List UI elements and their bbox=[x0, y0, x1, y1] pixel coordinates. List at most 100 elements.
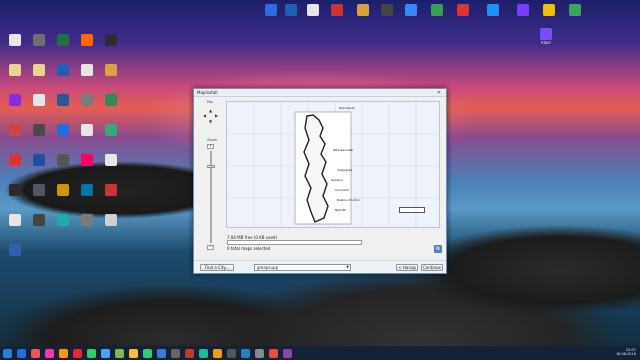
zoom-in-button[interactable]: + bbox=[207, 144, 214, 149]
zoom-out-button[interactable]: − bbox=[207, 245, 214, 250]
map-city-label: Samara bbox=[331, 178, 343, 182]
desktop-icon[interactable] bbox=[74, 214, 100, 226]
desktop-icon[interactable] bbox=[50, 214, 76, 226]
desktop-icon[interactable] bbox=[98, 124, 124, 136]
back-button[interactable]: < Назад bbox=[396, 264, 418, 271]
taskbar-app-icon bbox=[254, 348, 264, 358]
desktop-icon[interactable] bbox=[50, 34, 76, 46]
find-city-button[interactable]: Find a City... bbox=[200, 264, 234, 271]
desktop-icon[interactable] bbox=[324, 4, 350, 16]
app-icon bbox=[517, 4, 529, 16]
desktop-icon[interactable] bbox=[50, 64, 76, 76]
app-icon bbox=[81, 94, 93, 106]
app-icon bbox=[33, 124, 45, 136]
desktop-icon[interactable] bbox=[98, 94, 124, 106]
desktop-icon[interactable] bbox=[398, 4, 424, 16]
system-tray-clock[interactable]: 22:07 16.06.2016 bbox=[616, 348, 636, 356]
desktop-icon[interactable] bbox=[98, 154, 124, 166]
taskbar-app-button[interactable] bbox=[42, 346, 56, 360]
pan-down-icon[interactable]: ▼ bbox=[209, 119, 212, 124]
taskbar-app-button[interactable] bbox=[182, 346, 196, 360]
taskbar-app-button[interactable] bbox=[238, 346, 252, 360]
desktop-icon[interactable] bbox=[2, 184, 28, 196]
app-icon bbox=[33, 214, 45, 226]
app-icon bbox=[457, 4, 469, 16]
desktop-icon[interactable] bbox=[74, 124, 100, 136]
pan-up-icon[interactable]: ▲ bbox=[209, 108, 212, 113]
desktop-icon[interactable] bbox=[2, 124, 28, 136]
desktop-icon[interactable] bbox=[74, 154, 100, 166]
taskbar-app-button[interactable] bbox=[224, 346, 238, 360]
desktop-icon[interactable] bbox=[374, 4, 400, 16]
map-name-select[interactable]: gmapsupp ▼ bbox=[254, 264, 351, 271]
dialog-titlebar[interactable]: MapInstall ✕ bbox=[194, 89, 446, 97]
taskbar-app-button[interactable] bbox=[84, 346, 98, 360]
taskbar-app-icon bbox=[212, 348, 222, 358]
desktop-icon[interactable] bbox=[2, 94, 28, 106]
desktop-icon[interactable] bbox=[26, 154, 52, 166]
settings-icon[interactable]: ⚙ bbox=[434, 245, 442, 253]
desktop-icon[interactable] bbox=[50, 124, 76, 136]
desktop-icon[interactable] bbox=[26, 184, 52, 196]
map-view[interactable]: Murmansk Petrozavodsk Volgograd Voronezh Ros… bbox=[226, 101, 440, 228]
taskbar-app-button[interactable] bbox=[196, 346, 210, 360]
taskbar-app-button[interactable] bbox=[28, 346, 42, 360]
desktop-icon[interactable] bbox=[424, 4, 450, 16]
taskbar-app-button[interactable] bbox=[210, 346, 224, 360]
desktop-icon[interactable] bbox=[2, 214, 28, 226]
desktop-icon[interactable] bbox=[98, 184, 124, 196]
desktop-icon[interactable] bbox=[2, 34, 28, 46]
taskbar-app-button[interactable] bbox=[168, 346, 182, 360]
taskbar-app-button[interactable] bbox=[154, 346, 168, 360]
pan-control[interactable]: ▲ ▼ ◀ ▶ bbox=[203, 108, 219, 124]
desktop-icon[interactable] bbox=[50, 184, 76, 196]
start-button[interactable] bbox=[0, 346, 14, 360]
desktop-icon[interactable] bbox=[2, 154, 28, 166]
zoom-slider-thumb[interactable] bbox=[207, 165, 215, 168]
taskbar-app-button[interactable] bbox=[14, 346, 28, 360]
pan-right-icon[interactable]: ▶ bbox=[215, 113, 218, 118]
desktop-icon[interactable] bbox=[450, 4, 476, 16]
desktop-icon[interactable] bbox=[26, 94, 52, 106]
taskbar-app-button[interactable] bbox=[112, 346, 126, 360]
desktop-icon[interactable] bbox=[50, 94, 76, 106]
app-icon bbox=[9, 64, 21, 76]
desktop-icon[interactable] bbox=[510, 4, 536, 16]
taskbar-app-icon bbox=[198, 348, 208, 358]
taskbar-app-button[interactable] bbox=[98, 346, 112, 360]
taskbar-app-icon bbox=[100, 348, 110, 358]
taskbar-app-button[interactable] bbox=[140, 346, 154, 360]
desktop-icon[interactable] bbox=[74, 64, 100, 76]
desktop-icon[interactable] bbox=[26, 214, 52, 226]
taskbar-app-button[interactable] bbox=[252, 346, 266, 360]
taskbar-app-button[interactable] bbox=[56, 346, 70, 360]
desktop-icon[interactable] bbox=[74, 184, 100, 196]
desktop-icon[interactable] bbox=[74, 94, 100, 106]
desktop-icon[interactable] bbox=[98, 64, 124, 76]
close-icon[interactable]: ✕ bbox=[435, 90, 443, 96]
desktop-icon[interactable] bbox=[480, 4, 506, 16]
desktop-icon[interactable] bbox=[50, 154, 76, 166]
desktop-icon[interactable] bbox=[98, 34, 124, 46]
taskbar-app-button[interactable] bbox=[280, 346, 294, 360]
desktop-icon[interactable] bbox=[26, 124, 52, 136]
desktop-icon[interactable] bbox=[300, 4, 326, 16]
app-icon bbox=[57, 124, 69, 136]
desktop-icon[interactable]: Viber bbox=[533, 28, 559, 45]
desktop-icon[interactable] bbox=[562, 4, 588, 16]
desktop-icon[interactable] bbox=[26, 34, 52, 46]
desktop-icon[interactable] bbox=[98, 214, 124, 226]
taskbar-app-button[interactable] bbox=[126, 346, 140, 360]
taskbar-app-button[interactable] bbox=[266, 346, 280, 360]
app-icon bbox=[543, 4, 555, 16]
taskbar-app-icon bbox=[156, 348, 166, 358]
desktop-icon[interactable] bbox=[536, 4, 562, 16]
desktop-icon[interactable] bbox=[2, 244, 28, 256]
desktop-icon[interactable] bbox=[26, 64, 52, 76]
desktop-icon[interactable] bbox=[2, 64, 28, 76]
pan-left-icon[interactable]: ◀ bbox=[203, 113, 206, 118]
taskbar-app-button[interactable] bbox=[70, 346, 84, 360]
desktop-icon[interactable] bbox=[74, 34, 100, 46]
continue-button[interactable]: Continue bbox=[421, 264, 443, 271]
desktop-icon[interactable] bbox=[350, 4, 376, 16]
